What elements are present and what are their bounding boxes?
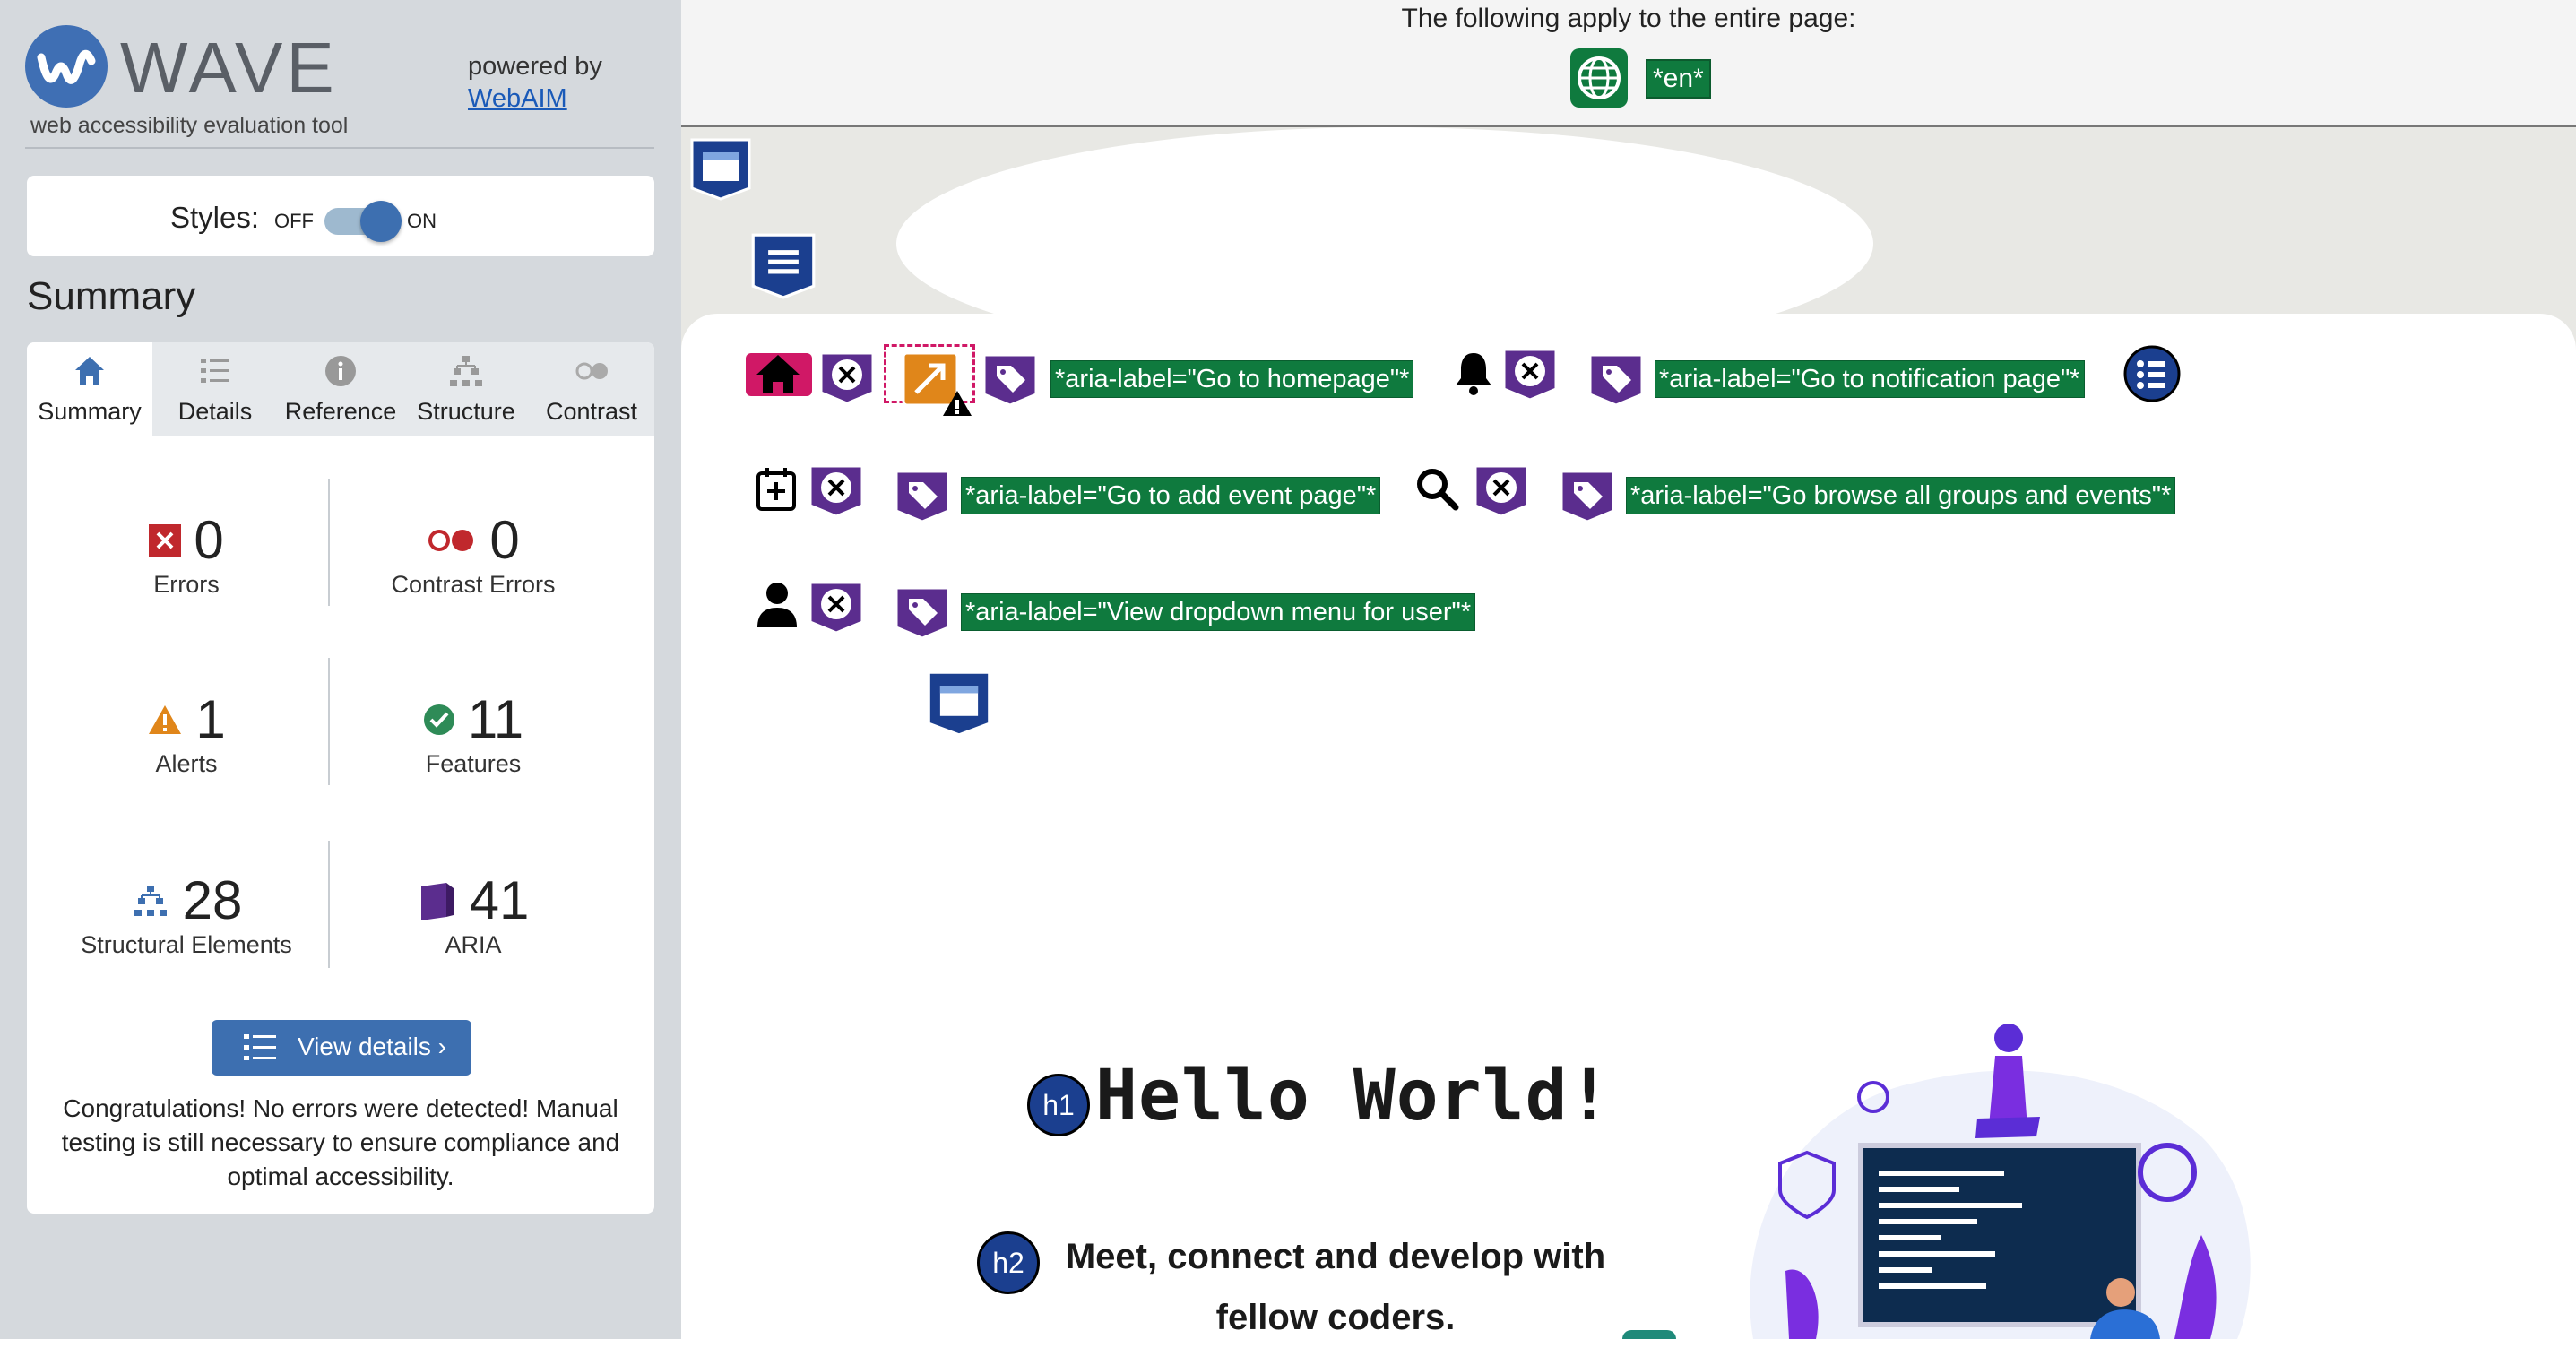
empty-link-error-icon[interactable]	[805, 461, 868, 524]
hero-heading: Hello World!	[1095, 1056, 1612, 1136]
styles-toggle-panel: Styles: OFF ON	[27, 176, 654, 256]
aria-label-annotation[interactable]: *aria-label="Go to homepage"*	[1050, 360, 1414, 398]
structure-icon	[450, 356, 482, 386]
styles-toggle-knob[interactable]	[360, 201, 402, 242]
aria-label-tag-icon[interactable]	[1585, 350, 1647, 413]
aria-icon	[420, 882, 454, 920]
summary-heading: Summary	[27, 274, 196, 318]
stat-features[interactable]: 11 Features	[330, 688, 617, 778]
errors-label: Errors	[153, 571, 220, 598]
decorative-shape	[1622, 1330, 1676, 1339]
language-badge[interactable]: *en*	[1646, 59, 1711, 99]
errors-count: 0	[194, 510, 224, 570]
stat-errors[interactable]: 0 Errors	[43, 509, 330, 599]
stat-alerts[interactable]: 1 Alerts	[43, 688, 330, 778]
wave-tagline: web accessibility evaluation tool	[30, 113, 349, 138]
user-icon[interactable]	[755, 581, 800, 634]
features-label: Features	[425, 750, 522, 777]
page-level-heading: The following apply to the entire page:	[1401, 4, 1856, 33]
aria-count: 41	[469, 870, 530, 930]
congrats-message: Congratulations! No errors were detected…	[61, 1094, 620, 1190]
summary-panel: Summary Details Reference Structure Cont…	[27, 342, 654, 1214]
calendar-plus-icon[interactable]	[755, 466, 798, 517]
structure-list-icon[interactable]	[749, 231, 817, 304]
empty-link-error-icon[interactable]	[1499, 344, 1561, 408]
aria-label-annotation[interactable]: *aria-label="Go to add event page"*	[961, 477, 1381, 514]
stat-contrast-errors[interactable]: 0 Contrast Errors	[330, 509, 617, 599]
aria-label-tag-icon[interactable]	[891, 466, 954, 530]
tab-contrast[interactable]: Contrast	[529, 342, 654, 436]
view-details-button[interactable]: View details ›	[212, 1020, 471, 1076]
wave-logo-icon	[25, 25, 108, 108]
developer-illustration	[1735, 1002, 2264, 1339]
info-icon	[325, 356, 356, 386]
home-icon	[75, 357, 104, 385]
aria-label-tag-icon[interactable]	[979, 350, 1042, 413]
aria-label-tag-icon[interactable]	[1556, 466, 1619, 530]
wave-brand-title: WAVE	[120, 28, 338, 108]
powered-by-text: powered by	[468, 52, 602, 81]
home-icon[interactable]	[753, 351, 803, 401]
tab-label: Contrast	[545, 398, 638, 425]
page-preview	[681, 314, 2576, 1339]
language-globe-icon[interactable]	[1570, 48, 1628, 108]
features-count: 11	[467, 689, 524, 749]
aria-label-annotation[interactable]: *aria-label="Go to notification page"*	[1655, 360, 2085, 398]
styles-off-label: OFF	[274, 210, 314, 232]
empty-link-error-icon[interactable]	[805, 577, 868, 641]
structural-label: Structural Elements	[81, 931, 292, 958]
search-icon[interactable]	[1414, 466, 1461, 517]
alerts-count: 1	[195, 689, 226, 749]
tab-reference[interactable]: Reference	[278, 342, 403, 436]
contrast-error-icon	[428, 529, 474, 551]
alert-icon	[149, 704, 182, 734]
webaim-link[interactable]: WebAIM	[468, 84, 567, 114]
list-structure-icon[interactable]	[2122, 344, 2182, 408]
contrast-errors-count: 0	[489, 510, 520, 570]
contrast-icon	[575, 362, 608, 380]
aria-label: ARIA	[445, 931, 502, 958]
bell-icon[interactable]	[1452, 350, 1495, 401]
styles-on-label: ON	[407, 210, 437, 232]
empty-link-error-icon[interactable]	[1470, 461, 1533, 524]
page-level-annotations-bar: The following apply to the entire page: …	[681, 0, 2576, 127]
view-details-label: View details ›	[298, 1033, 447, 1060]
redundant-link-alert-icon[interactable]	[902, 350, 973, 422]
stat-aria[interactable]: 41 ARIA	[330, 869, 617, 959]
aria-label-annotation[interactable]: *aria-label="Go browse all groups and ev…	[1626, 477, 2176, 514]
structure-container-icon[interactable]	[688, 136, 753, 205]
hero-subheading: Meet, connect and develop with fellow co…	[1065, 1237, 1606, 1337]
list-icon	[244, 1034, 276, 1060]
list-icon	[201, 359, 229, 383]
structure-icon	[134, 885, 167, 916]
alerts-label: Alerts	[155, 750, 218, 777]
feature-check-icon	[423, 704, 454, 735]
wave-sidebar: WAVE web accessibility evaluation tool p…	[0, 0, 681, 1339]
tab-details[interactable]: Details	[152, 342, 278, 436]
h1-badge[interactable]: h1	[1027, 1074, 1090, 1136]
aria-label-annotation[interactable]: *aria-label="View dropdown menu for user…	[961, 593, 1476, 631]
styles-label: Styles:	[170, 201, 260, 234]
structural-count: 28	[182, 870, 243, 930]
error-icon	[149, 523, 182, 557]
tab-summary[interactable]: Summary	[27, 342, 152, 436]
structure-container-icon[interactable]	[925, 669, 993, 741]
sidebar-divider	[25, 147, 654, 149]
stat-structural[interactable]: 28 Structural Elements	[43, 869, 330, 959]
empty-link-error-icon[interactable]	[816, 348, 878, 411]
tab-label: Reference	[284, 398, 397, 425]
tab-label: Structure	[417, 398, 515, 425]
tab-label: Details	[177, 398, 253, 425]
tab-structure[interactable]: Structure	[403, 342, 529, 436]
tab-label: Summary	[38, 398, 142, 425]
aria-label-tag-icon[interactable]	[891, 583, 954, 646]
contrast-errors-label: Contrast Errors	[391, 571, 556, 598]
